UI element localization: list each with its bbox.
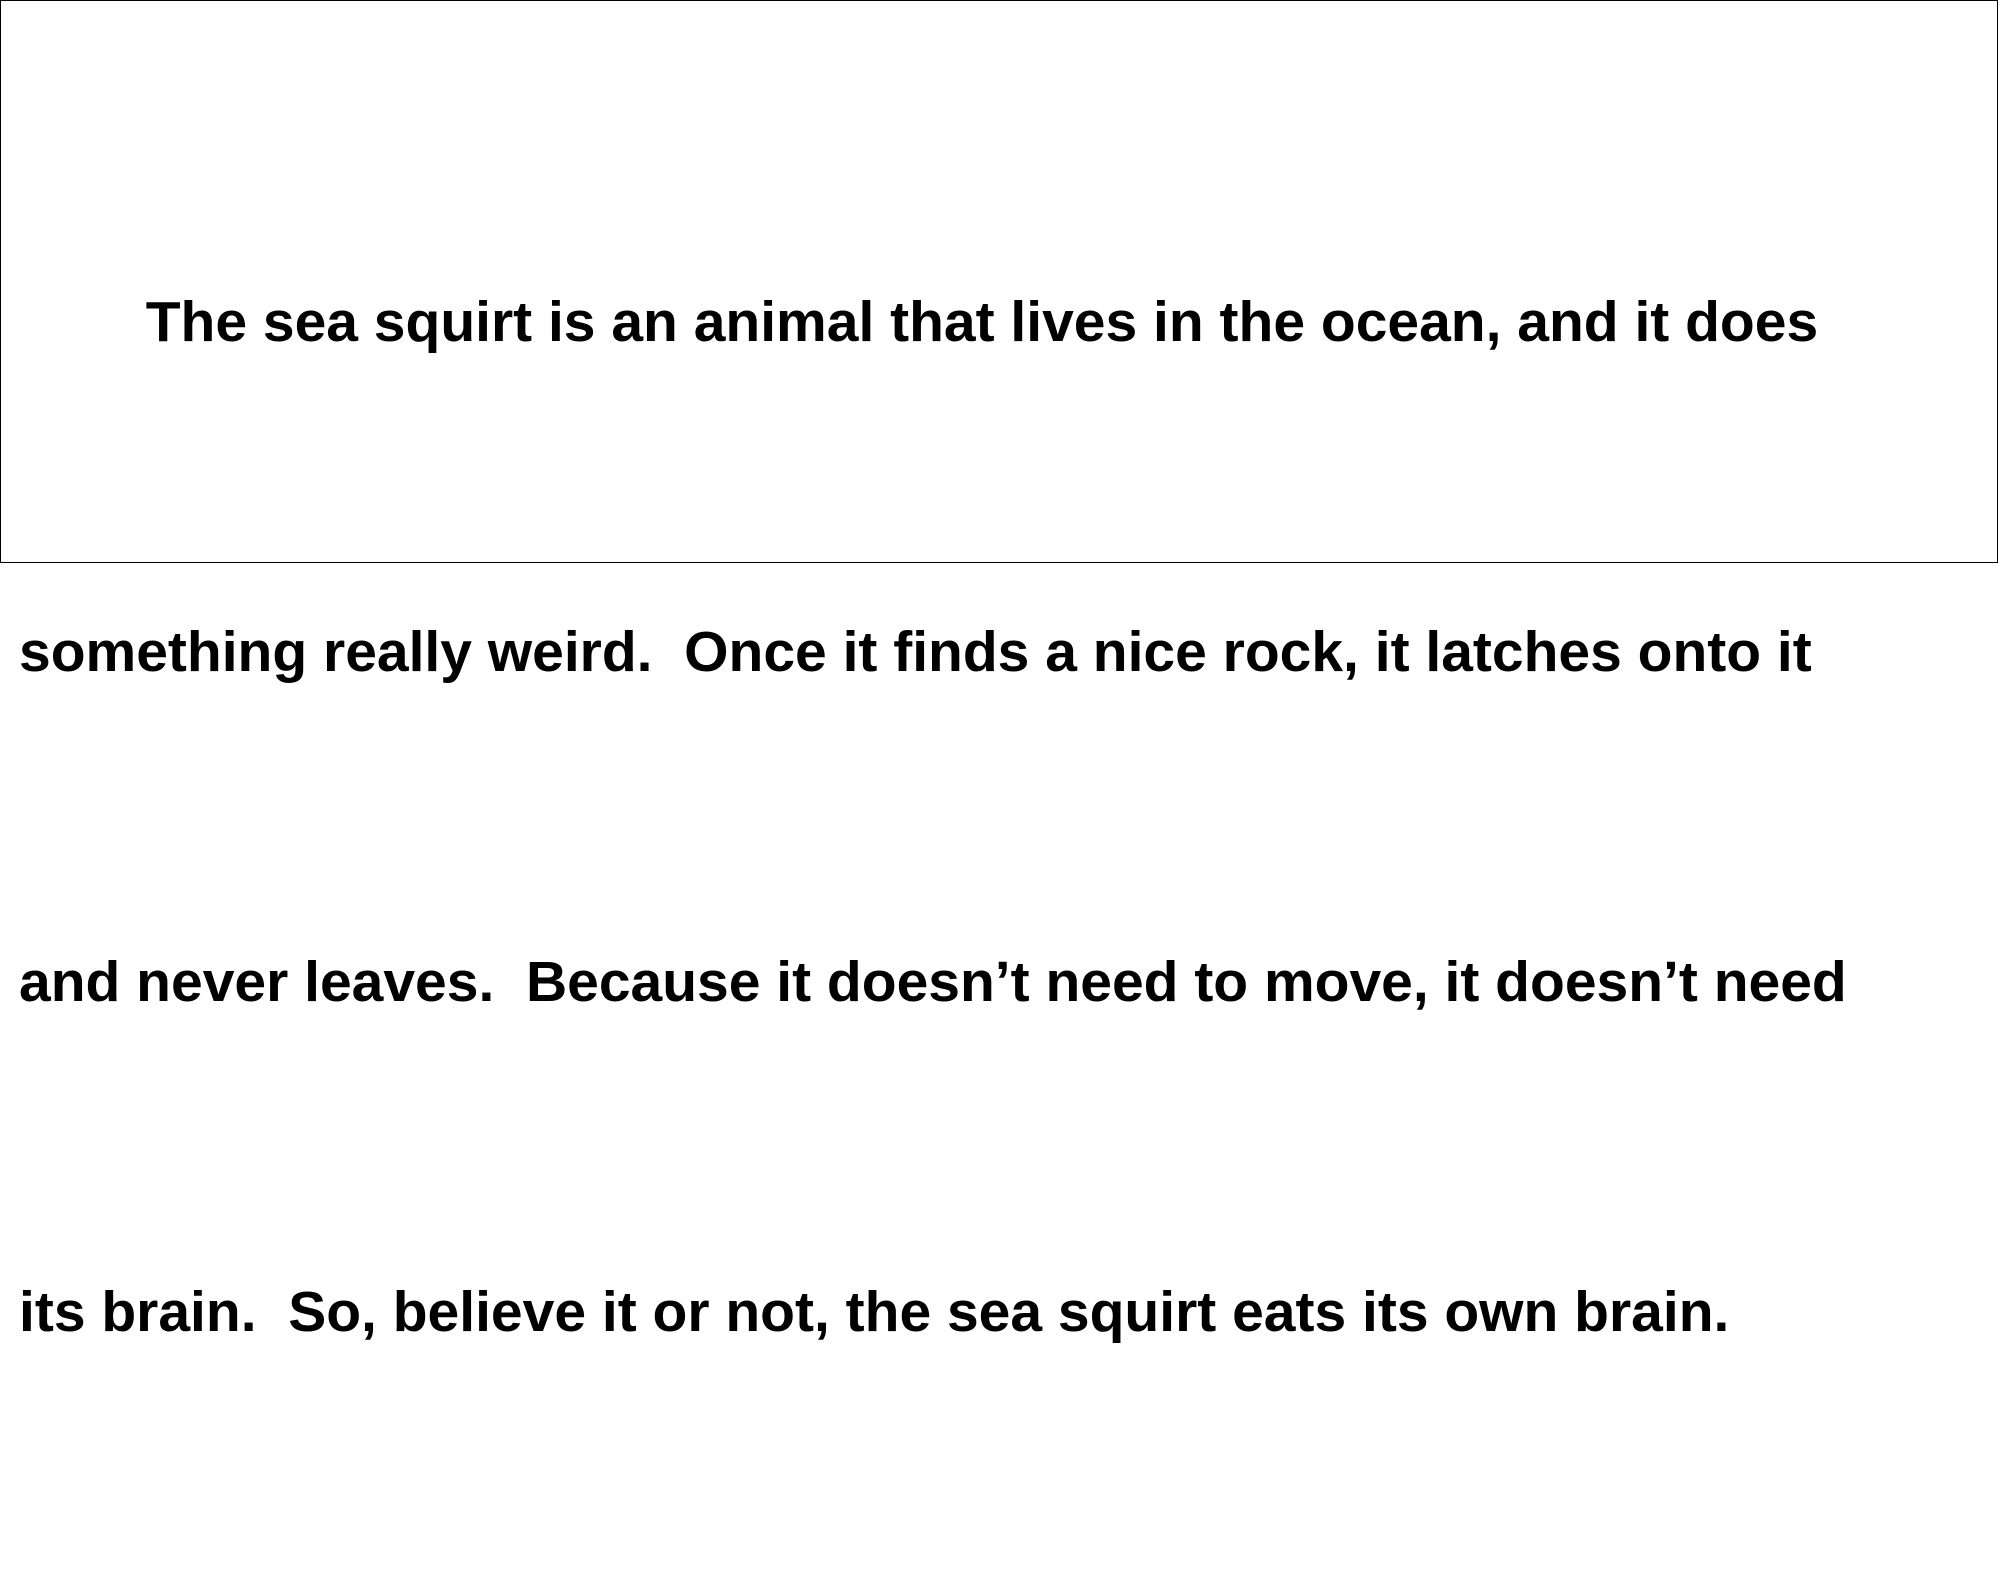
paragraph-line-2: something really weird. Once it finds a … bbox=[19, 620, 1812, 684]
paragraph-line-3: and never leaves. Because it doesn’t nee… bbox=[19, 950, 1847, 1014]
paragraph: The sea squirt is an animal that lives i… bbox=[19, 47, 2000, 1587]
text-box: The sea squirt is an animal that lives i… bbox=[0, 0, 1998, 1344]
paragraph-line-4: its brain. So, believe it or not, the se… bbox=[19, 1280, 1730, 1344]
paragraph-line-1: The sea squirt is an animal that lives i… bbox=[19, 290, 1819, 354]
